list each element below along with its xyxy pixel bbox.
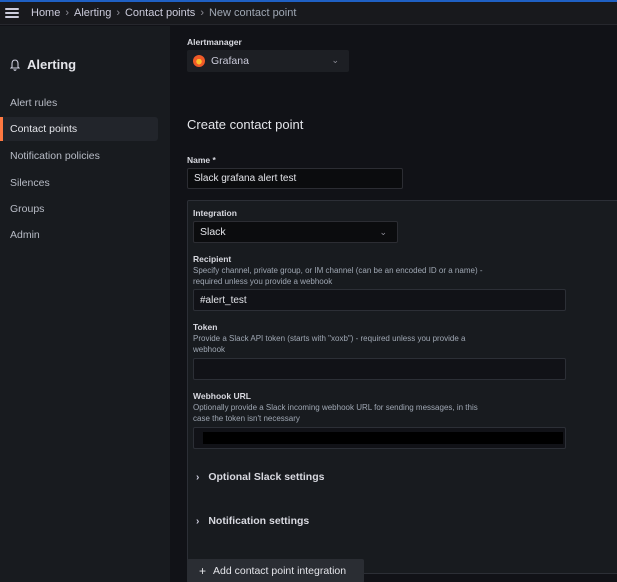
redacted-webhook-value bbox=[203, 432, 563, 444]
sidebar-item-groups[interactable]: Groups bbox=[0, 197, 158, 221]
alertmanager-select[interactable]: Grafana ⌄ bbox=[187, 50, 349, 72]
name-input[interactable]: Slack grafana alert test bbox=[187, 168, 403, 189]
recipient-input[interactable]: #alert_test bbox=[193, 289, 566, 311]
sidebar-title: Alerting bbox=[10, 57, 76, 72]
notification-settings-toggle[interactable]: › Notification settings bbox=[196, 515, 309, 527]
recipient-description-2: required unless you provide a webhook bbox=[193, 277, 333, 286]
sidebar-item-alert-rules[interactable]: Alert rules bbox=[0, 91, 158, 115]
plus-icon: + bbox=[199, 564, 207, 578]
notification-settings-label: Notification settings bbox=[208, 515, 310, 527]
integration-panel: Integration Slack ⌄ Recipient Specify ch… bbox=[187, 200, 617, 574]
page-title: Create contact point bbox=[187, 117, 304, 132]
recipient-description-1: Specify channel, private group, or IM ch… bbox=[193, 266, 483, 275]
integration-label: Integration bbox=[193, 208, 237, 218]
sidebar: Alerting Alert rules Contact points Noti… bbox=[0, 26, 170, 582]
chevron-down-icon: ⌄ bbox=[379, 227, 387, 237]
optional-slack-settings-toggle[interactable]: › Optional Slack settings bbox=[196, 471, 324, 483]
breadcrumb-contact-points[interactable]: Contact points bbox=[125, 7, 195, 19]
breadcrumb-separator-icon: › bbox=[200, 7, 204, 19]
main-content: Alertmanager Grafana ⌄ Create contact po… bbox=[170, 26, 617, 582]
breadcrumb-alerting[interactable]: Alerting bbox=[74, 7, 111, 19]
add-button-label: Add contact point integration bbox=[213, 565, 347, 577]
sidebar-item-notification-policies[interactable]: Notification policies bbox=[0, 144, 158, 168]
alertmanager-value: Grafana bbox=[211, 55, 249, 67]
webhook-description-2: case the token isn't necessary bbox=[193, 414, 300, 423]
sidebar-item-silences[interactable]: Silences bbox=[0, 171, 158, 195]
grafana-logo-icon bbox=[193, 55, 205, 67]
name-label: Name * bbox=[187, 155, 216, 165]
alertmanager-label: Alertmanager bbox=[187, 37, 242, 47]
chevron-right-icon: › bbox=[196, 471, 200, 483]
add-contact-point-integration-button[interactable]: + Add contact point integration bbox=[187, 559, 364, 582]
chevron-down-icon: ⌄ bbox=[331, 55, 339, 65]
webhook-label: Webhook URL bbox=[193, 391, 251, 401]
recipient-label: Recipient bbox=[193, 254, 232, 264]
webhook-description-1: Optionally provide a Slack incoming webh… bbox=[193, 403, 478, 412]
sidebar-title-text: Alerting bbox=[27, 57, 77, 72]
breadcrumb-separator-icon: › bbox=[116, 7, 120, 19]
optional-slack-settings-label: Optional Slack settings bbox=[208, 471, 325, 483]
token-description-2: webhook bbox=[193, 345, 226, 354]
token-label: Token bbox=[193, 322, 218, 332]
hamburger-menu-icon[interactable] bbox=[5, 8, 19, 18]
integration-value: Slack bbox=[200, 226, 226, 238]
breadcrumb-separator-icon: › bbox=[65, 7, 70, 19]
token-description-1: Provide a Slack API token (starts with "… bbox=[193, 334, 466, 343]
webhook-input[interactable] bbox=[193, 427, 566, 449]
sidebar-item-contact-points[interactable]: Contact points bbox=[0, 117, 158, 141]
chevron-right-icon: › bbox=[196, 515, 200, 527]
sidebar-item-admin[interactable]: Admin bbox=[0, 223, 158, 247]
top-bar: Home › Alerting › Contact points › New c… bbox=[0, 2, 617, 25]
token-input[interactable] bbox=[193, 358, 566, 380]
breadcrumb-current: New contact point bbox=[208, 7, 297, 19]
breadcrumb-home[interactable]: Home bbox=[31, 7, 60, 19]
bell-icon bbox=[10, 58, 20, 71]
integration-select[interactable]: Slack ⌄ bbox=[193, 221, 398, 243]
